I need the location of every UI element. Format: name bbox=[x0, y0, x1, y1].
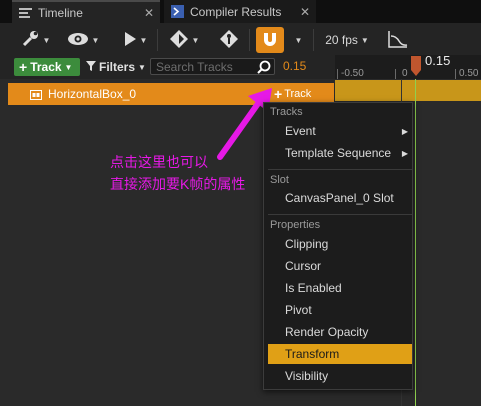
diamond-key-icon bbox=[169, 29, 189, 52]
menu-divider bbox=[268, 214, 412, 215]
current-time-readout: 0.15 bbox=[283, 59, 307, 73]
ruler-label: 0 bbox=[402, 68, 408, 79]
close-icon[interactable]: ✕ bbox=[144, 6, 154, 20]
close-icon[interactable]: ✕ bbox=[300, 5, 310, 19]
menu-item-label: Clipping bbox=[285, 237, 329, 251]
menu-item-label: Event bbox=[285, 124, 316, 138]
compiler-results-icon bbox=[170, 5, 184, 19]
chevron-down-icon: ▼ bbox=[294, 35, 303, 45]
filters-button[interactable]: Filters ▼ bbox=[86, 58, 146, 76]
chevron-down-icon: ▼ bbox=[139, 35, 148, 45]
menu-item-label: Is Enabled bbox=[285, 281, 342, 295]
ruler-label: -0.50 bbox=[341, 68, 364, 79]
chevron-down-icon: ▼ bbox=[42, 35, 51, 45]
widget-icon bbox=[30, 89, 42, 103]
menu-item-label: Template Sequence bbox=[285, 146, 392, 160]
tab-compiler-results-label: Compiler Results bbox=[190, 4, 282, 19]
menu-item-canvaspanel-slot[interactable]: CanvasPanel_0 Slot bbox=[268, 188, 412, 208]
play-icon bbox=[123, 31, 137, 50]
filter-icon bbox=[86, 60, 96, 74]
menu-item-label: Cursor bbox=[285, 259, 322, 273]
add-track-label: Track bbox=[30, 60, 62, 74]
annotation-line-2: 直接添加要K帧的属性 bbox=[110, 176, 246, 192]
menu-item-transform[interactable]: Transform bbox=[268, 344, 412, 364]
add-track-button[interactable]: + Track ▼ bbox=[14, 58, 80, 76]
menu-item-label: Pivot bbox=[285, 303, 312, 317]
track-section-bar[interactable] bbox=[335, 80, 481, 101]
menu-item-cursor[interactable]: Cursor bbox=[268, 256, 412, 276]
menu-section-tracks: Tracks bbox=[270, 106, 303, 118]
add-track-context-menu: Tracks Event ▶ Template Sequence ▶ Slot … bbox=[263, 102, 413, 390]
add-property-track-label: Track bbox=[284, 87, 312, 100]
time-ruler[interactable]: -0.50 0 0.50 0.15 bbox=[335, 53, 481, 79]
playhead-line bbox=[415, 79, 416, 406]
search-tracks-input[interactable]: Search Tracks bbox=[150, 58, 275, 75]
search-placeholder: Search Tracks bbox=[156, 59, 233, 74]
ruler-tick bbox=[395, 69, 396, 79]
menu-item-render-opacity[interactable]: Render Opacity bbox=[268, 322, 412, 342]
ruler-tick bbox=[337, 69, 338, 79]
curve-editor-button[interactable] bbox=[384, 26, 412, 54]
menu-item-is-enabled[interactable]: Is Enabled bbox=[268, 278, 412, 298]
menu-item-label: Render Opacity bbox=[285, 325, 369, 339]
menu-item-label: Transform bbox=[285, 347, 340, 361]
menu-divider bbox=[268, 169, 412, 170]
key-tag-icon bbox=[219, 29, 239, 52]
menu-section-properties: Properties bbox=[270, 219, 321, 231]
snap-options-dropdown[interactable]: ▼ bbox=[290, 26, 304, 54]
chevron-right-icon: ▶ bbox=[401, 126, 408, 136]
plus-icon: + bbox=[19, 59, 28, 75]
menu-item-label: Visibility bbox=[285, 369, 329, 383]
toolbar-divider bbox=[157, 29, 158, 51]
chevron-down-icon: ▼ bbox=[64, 62, 73, 72]
menu-item-label: CanvasPanel_0 Slot bbox=[285, 191, 394, 205]
chevron-right-icon: ▶ bbox=[401, 148, 408, 158]
search-icon bbox=[257, 60, 271, 77]
filters-label: Filters bbox=[99, 60, 136, 74]
snap-magnet-button[interactable] bbox=[256, 27, 284, 53]
ruler-label: 0.50 bbox=[459, 68, 479, 79]
eye-icon bbox=[67, 32, 89, 49]
playhead-handle[interactable] bbox=[411, 56, 421, 76]
annotation-line-1: 点击这里也可以 bbox=[110, 154, 208, 170]
chevron-down-icon: ▼ bbox=[191, 35, 200, 45]
chevron-down-icon: ▼ bbox=[138, 62, 146, 72]
ruler-tick bbox=[455, 69, 456, 79]
tab-compiler-results[interactable]: Compiler Results ✕ bbox=[164, 0, 316, 23]
magnet-icon bbox=[262, 31, 278, 50]
play-button[interactable]: ▼ bbox=[118, 26, 152, 54]
menu-section-slot: Slot bbox=[270, 174, 289, 186]
track-controls-bar: + Track ▼ Filters ▼ Search Tracks 0.15 bbox=[0, 55, 335, 79]
toolbar: ▼ ▼ ▼ ▼ ▼ 20 fps ▼ bbox=[0, 23, 481, 55]
wrench-icon bbox=[22, 30, 40, 51]
menu-item-template-sequence[interactable]: Template Sequence ▶ bbox=[268, 143, 412, 163]
menu-item-clipping[interactable]: Clipping bbox=[268, 234, 412, 254]
auto-key-button[interactable] bbox=[216, 26, 242, 54]
menu-item-event[interactable]: Event ▶ bbox=[268, 121, 412, 141]
menu-item-visibility[interactable]: Visibility bbox=[268, 366, 412, 386]
tab-bar: Timeline ✕ Compiler Results ✕ bbox=[0, 0, 481, 23]
chevron-down-icon: ▼ bbox=[360, 35, 369, 45]
view-options-button[interactable]: ▼ bbox=[64, 26, 102, 54]
tab-timeline-label: Timeline bbox=[38, 5, 83, 20]
curve-graph-icon bbox=[388, 30, 408, 51]
toolbar-divider bbox=[249, 29, 250, 51]
fps-label: 20 fps bbox=[325, 33, 358, 47]
toolbar-divider bbox=[313, 29, 314, 51]
timeline-icon bbox=[18, 6, 32, 20]
settings-wrench-button[interactable]: ▼ bbox=[16, 26, 56, 54]
key-interpolation-button[interactable]: ▼ bbox=[164, 26, 204, 54]
menu-item-pivot[interactable]: Pivot bbox=[268, 300, 412, 320]
track-name: HorizontalBox_0 bbox=[48, 87, 137, 101]
tab-timeline[interactable]: Timeline ✕ bbox=[12, 0, 160, 23]
fps-dropdown[interactable]: 20 fps ▼ bbox=[322, 26, 372, 54]
chevron-down-icon: ▼ bbox=[91, 35, 100, 45]
ruler-current-time: 0.15 bbox=[425, 53, 451, 68]
